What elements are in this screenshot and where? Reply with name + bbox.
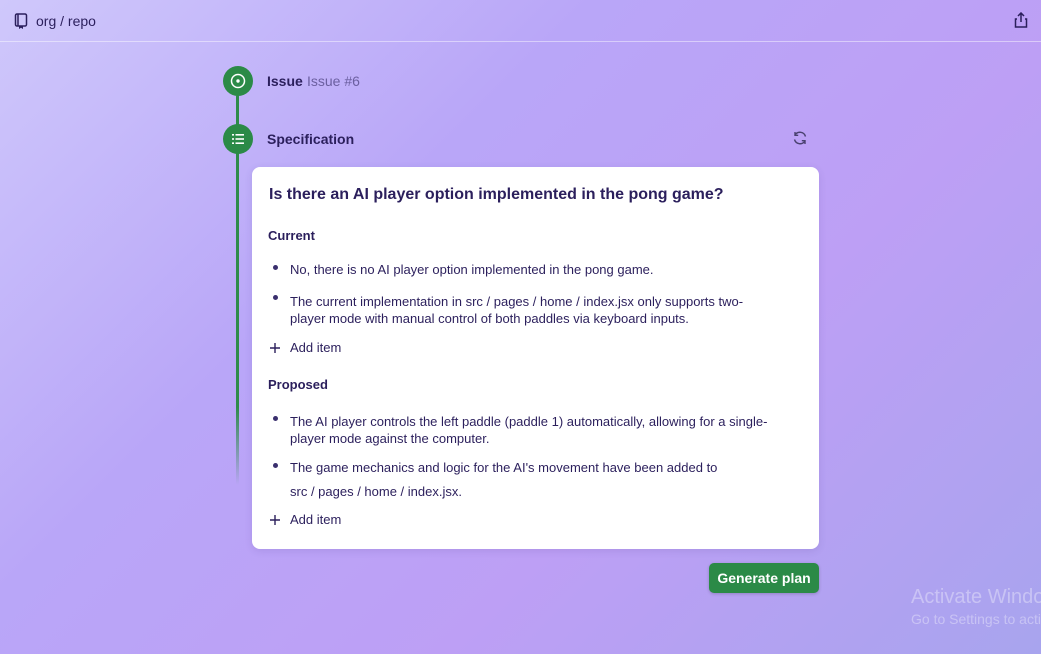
current-section-title: Current xyxy=(268,228,315,243)
proposed-item-2-path[interactable]: src / pages / home / index.jsx. xyxy=(290,483,790,500)
add-current-item-button[interactable]: Add item xyxy=(269,340,341,355)
proposed-item-2[interactable]: The game mechanics and logic for the AI'… xyxy=(290,459,790,476)
plus-icon xyxy=(269,342,281,354)
add-item-label: Add item xyxy=(290,340,342,355)
share-icon[interactable] xyxy=(1013,11,1029,28)
proposed-section-title: Proposed xyxy=(268,377,328,392)
current-item-1[interactable]: No, there is no AI player option impleme… xyxy=(290,261,790,278)
issue-step-label: Issue xyxy=(267,73,303,89)
generate-plan-button[interactable]: Generate plan xyxy=(709,563,819,593)
bullet xyxy=(273,416,278,421)
activate-windows-watermark: Activate Windows Go to Settings to activ… xyxy=(911,586,1041,627)
add-item-label: Add item xyxy=(290,512,342,527)
bullet xyxy=(273,295,278,300)
spec-question: Is there an AI player option implemented… xyxy=(269,186,724,203)
proposed-item-1[interactable]: The AI player controls the left paddle (… xyxy=(290,413,790,447)
issue-open-icon xyxy=(223,66,253,96)
repo-path[interactable]: org / repo xyxy=(36,13,96,29)
watermark-line-2: Go to Settings to activate Windows. xyxy=(911,611,1041,627)
repo-icon xyxy=(14,12,28,29)
bullet xyxy=(273,463,278,468)
specification-card: Is there an AI player option implemented… xyxy=(252,167,819,549)
plus-icon xyxy=(269,514,281,526)
top-bar: org / repo xyxy=(0,0,1041,42)
bullet xyxy=(273,265,278,270)
watermark-line-1: Activate Windows xyxy=(911,586,1041,608)
refresh-icon[interactable] xyxy=(792,130,808,146)
issue-number-link[interactable]: Issue #6 xyxy=(307,73,360,89)
add-proposed-item-button[interactable]: Add item xyxy=(269,512,341,527)
current-item-2[interactable]: The current implementation in src / page… xyxy=(290,293,760,327)
list-icon xyxy=(223,124,253,154)
specification-step-label: Specification xyxy=(267,131,355,147)
